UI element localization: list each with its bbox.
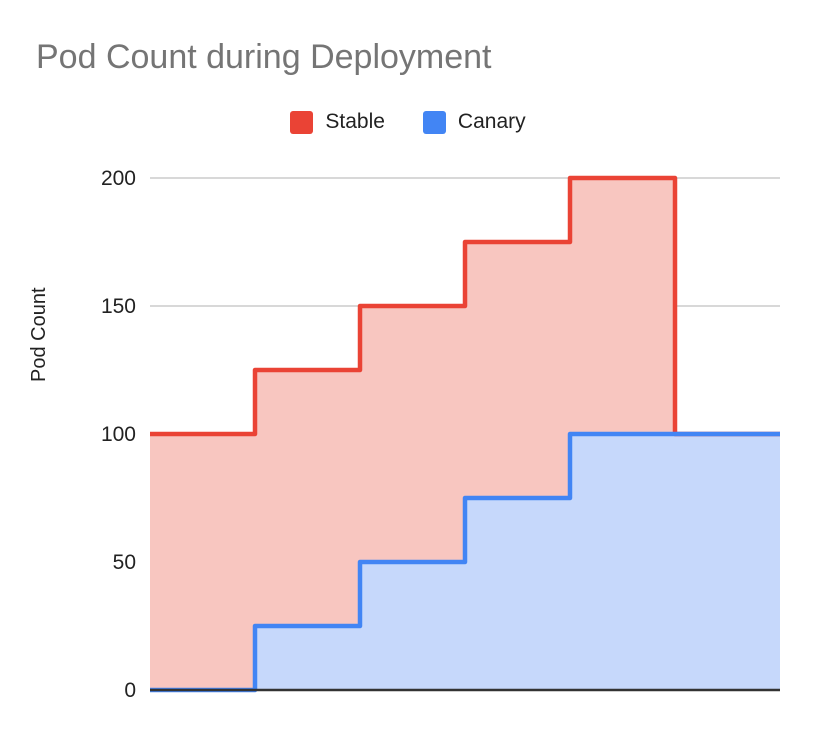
chart-container: Pod Count during Deployment Stable Canar…	[0, 0, 816, 742]
y-tick-labels: 0 50 100 150 200	[101, 167, 136, 702]
y-tick-label: 200	[101, 167, 136, 190]
y-tick-label: 150	[101, 295, 136, 318]
y-tick-label: 100	[101, 423, 136, 446]
plot-area: 0 50 100 150 200	[101, 167, 780, 702]
y-tick-label: 0	[124, 679, 136, 702]
y-tick-label: 50	[113, 551, 136, 574]
